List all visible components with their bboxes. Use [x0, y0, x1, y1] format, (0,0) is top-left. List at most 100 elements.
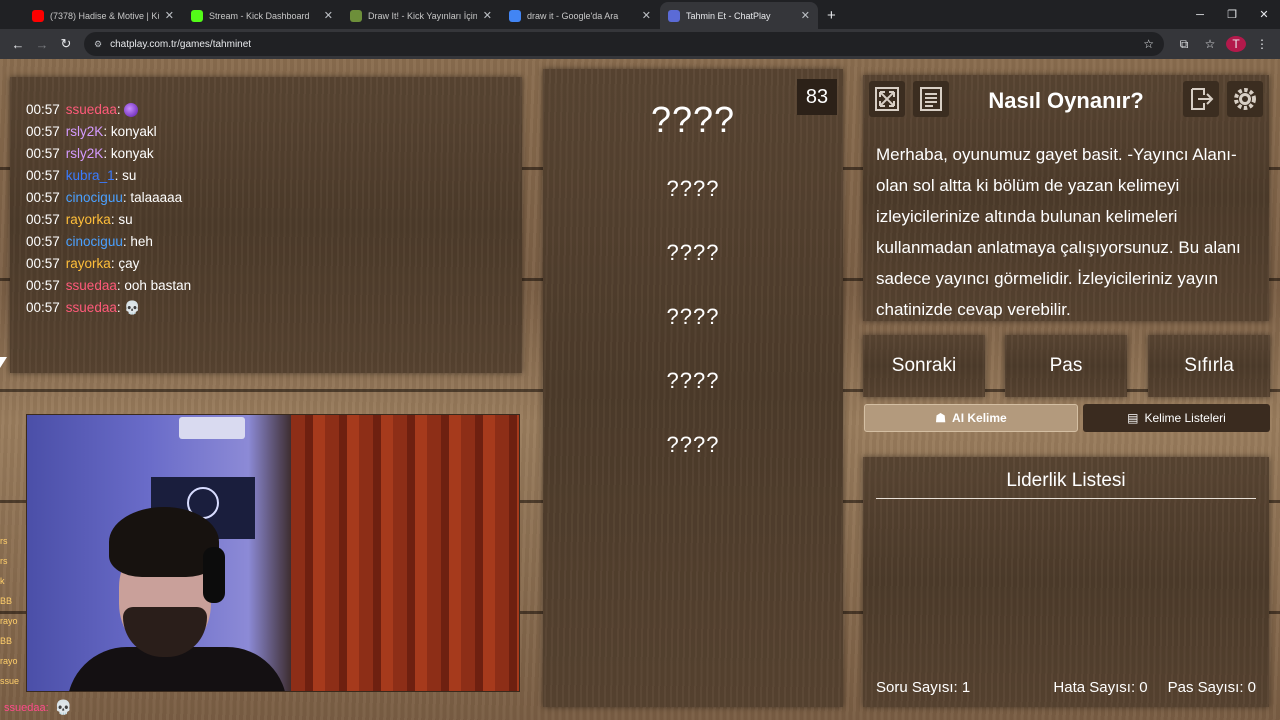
howto-text: Merhaba, oyunumuz gayet basit. -Yayıncı …	[876, 145, 1241, 319]
reset-button[interactable]: Sıfırla	[1148, 335, 1270, 397]
chat-separator: :	[103, 124, 111, 139]
reload-icon[interactable]: ↻	[54, 32, 78, 56]
minimize-icon[interactable]: ─	[1184, 0, 1216, 29]
chat-separator: :	[114, 168, 123, 183]
chat-time: 00:57	[26, 278, 60, 293]
tab-title: Tahmin Et - ChatPlay	[686, 10, 771, 21]
tab-close-icon[interactable]: ✕	[642, 9, 651, 22]
chat-panel: 00:57 ssuedaa: 00:57 rsly2K: konyakl 00:57 r…	[10, 77, 522, 373]
browser-tab[interactable]: Stream - Kick Dashboard ✕	[183, 2, 341, 29]
tab-close-icon[interactable]: ✕	[483, 9, 492, 22]
chat-username[interactable]: kubra_1	[66, 168, 115, 183]
hidden-word: ????	[666, 304, 720, 329]
overlay-chat-name: rs	[0, 556, 8, 566]
fullscreen-icon[interactable]	[869, 81, 905, 117]
chat-message: 00:57 kubra_1: su	[26, 165, 506, 187]
chat-message: 00:57 rsly2K: konyak	[26, 143, 506, 165]
chat-time: 00:57	[26, 300, 60, 315]
tab-favicon-icon	[32, 9, 44, 22]
howto-title: Nasıl Oynanır?	[988, 88, 1144, 113]
robot-icon: ☗	[935, 411, 947, 425]
overlay-chat-name: rayo	[0, 616, 18, 626]
extensions-icon[interactable]: ⧉	[1174, 37, 1194, 52]
close-window-icon[interactable]: ✕	[1248, 0, 1280, 29]
document-icon[interactable]	[913, 81, 949, 117]
browser-tab-bar: (7378) Hadise & Motive | Küçük✕Stream - …	[0, 0, 1280, 29]
overlay-chat-name: k	[0, 576, 5, 586]
browser-tab[interactable]: Tahmin Et - ChatPlay ✕	[660, 2, 818, 29]
url-text: chatplay.com.tr/games/tahminet	[110, 38, 252, 50]
chat-text: su	[118, 212, 133, 227]
tab-close-icon[interactable]: ✕	[801, 9, 810, 22]
tab-title: Draw It! - Kick Yayınları İçin Çiz	[368, 10, 477, 21]
bookmark-star-icon[interactable]: ☆	[1143, 37, 1154, 51]
streamer	[67, 507, 287, 691]
reading-list-icon[interactable]: ☆	[1200, 37, 1220, 51]
chat-username[interactable]: cinociguu	[66, 190, 123, 205]
chat-username[interactable]: cinociguu	[66, 234, 123, 249]
tab-title: (7378) Hadise & Motive | Küçük	[50, 10, 159, 21]
browser-tab[interactable]: Draw It! - Kick Yayınları İçin Çiz ✕	[342, 2, 500, 29]
chat-message: 00:57 ssuedaa:	[26, 99, 506, 121]
restore-icon[interactable]: ❐	[1216, 0, 1248, 29]
chat-message: 00:57 cinociguu: talaaaaa	[26, 187, 506, 209]
chat-username[interactable]: rayorka	[66, 256, 111, 271]
tab-favicon-icon	[509, 9, 521, 22]
word-panel: 83 ???? ????????????????????	[543, 69, 843, 707]
chat-username[interactable]: rayorka	[66, 212, 111, 227]
chat-username[interactable]: ssuedaa	[66, 300, 117, 315]
leaderboard-panel: Liderlik Listesi Soru Sayısı: 1 Hata Say…	[863, 457, 1269, 707]
word-lists-tab[interactable]: ▤ Kelime Listeleri	[1083, 404, 1270, 432]
tab-title: Stream - Kick Dashboard	[209, 10, 310, 21]
new-tab-icon[interactable]: +	[819, 2, 844, 29]
ai-word-tab[interactable]: ☗ AI Kelime	[864, 404, 1078, 432]
air-conditioner	[179, 417, 245, 439]
site-info-icon[interactable]: ⚙	[94, 39, 102, 50]
back-icon[interactable]: ←	[6, 32, 30, 56]
chat-message: 00:57 ssuedaa: ooh bastan	[26, 275, 506, 297]
tab-close-icon[interactable]: ✕	[324, 9, 333, 22]
chat-username[interactable]: ssuedaa	[66, 278, 117, 293]
browser-toolbar: ← → ↻ ⚙ chatplay.com.tr/games/tahminet ☆…	[0, 29, 1280, 59]
chat-username[interactable]: rsly2K	[66, 124, 104, 139]
chat-message: 00:57 rayorka: su	[26, 209, 506, 231]
skull-emote-icon: 💀	[124, 300, 141, 316]
overlay-chat-name: ssue	[0, 676, 20, 686]
tab-favicon-icon	[350, 9, 362, 22]
overlay-chat-name: BB	[0, 596, 13, 606]
next-button[interactable]: Sonraki	[863, 335, 985, 397]
hidden-word: ????	[666, 368, 720, 393]
profile-avatar[interactable]: T	[1226, 36, 1246, 52]
chat-username[interactable]: ssuedaa	[66, 102, 117, 117]
settings-gear-icon[interactable]	[1227, 81, 1263, 117]
chat-message: 00:57 cinociguu: heh	[26, 231, 506, 253]
webcam-feed	[26, 414, 520, 692]
exit-icon[interactable]	[1183, 81, 1219, 117]
window-controls: ─ ❐ ✕	[1184, 0, 1280, 29]
browser-tab[interactable]: (7378) Hadise & Motive | Küçük ✕	[24, 2, 182, 29]
overlay-bottom-username: ssuedaa:	[4, 701, 49, 714]
chat-text: çay	[118, 256, 140, 271]
tab-favicon-icon	[191, 9, 203, 22]
chat-text: konyakl	[110, 124, 157, 139]
game-page: 00:57 ssuedaa: 00:57 rsly2K: konyakl 00:57 r…	[0, 59, 1280, 720]
game-stats: Soru Sayısı: 1 Hata Sayısı: 0 Pas Sayısı…	[876, 679, 1256, 696]
chat-username[interactable]: rsly2K	[66, 146, 104, 161]
pass-button[interactable]: Pas	[1005, 335, 1127, 397]
browser-tab[interactable]: draw it - Google'da Ara ✕	[501, 2, 659, 29]
hidden-word: ????	[666, 240, 720, 265]
address-bar[interactable]: ⚙ chatplay.com.tr/games/tahminet ☆	[84, 32, 1164, 56]
chat-text: su	[122, 168, 137, 183]
chat-time: 00:57	[26, 168, 60, 183]
menu-icon[interactable]: ⋮	[1252, 37, 1272, 51]
tab-title: draw it - Google'da Ara	[527, 10, 619, 21]
chat-text: konyak	[110, 146, 154, 161]
tab-close-icon[interactable]: ✕	[165, 9, 174, 22]
curtain	[291, 415, 519, 691]
purple-orb-emote-icon	[124, 103, 139, 118]
forward-icon[interactable]: →	[30, 32, 54, 56]
chat-text: ooh bastan	[124, 278, 192, 293]
chat-time: 00:57	[26, 102, 60, 117]
chat-separator: :	[103, 146, 111, 161]
leaderboard-title: Liderlik Listesi	[876, 470, 1256, 499]
